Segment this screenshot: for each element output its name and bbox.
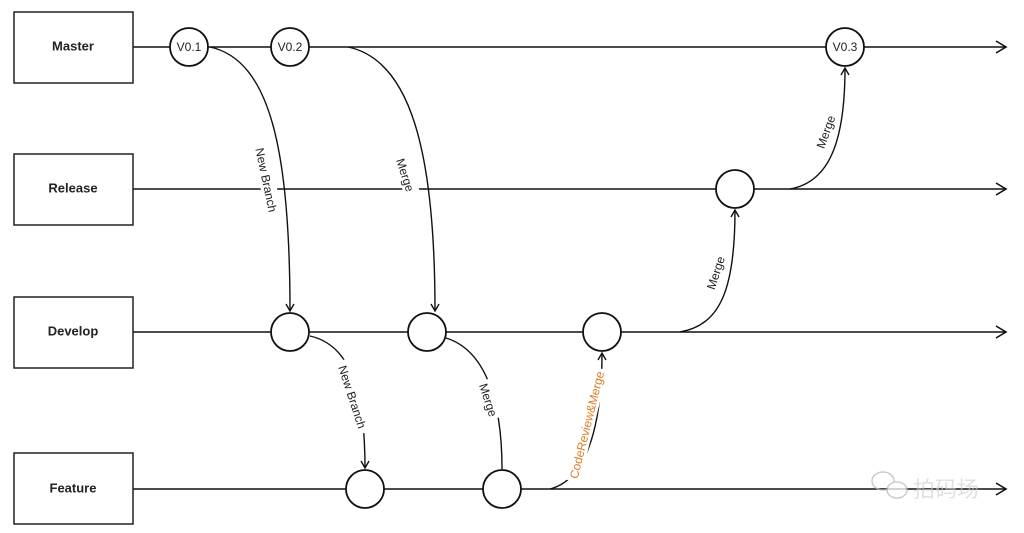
- branch-label: Feature: [50, 480, 97, 495]
- edge-merge-release-master: [789, 66, 850, 190]
- watermark-text: 拍码场: [913, 477, 979, 502]
- watermark: 拍码场: [871, 471, 979, 502]
- branch-box-master: Master: [13, 11, 134, 84]
- tag-node-v0-2: V0.2: [270, 27, 310, 67]
- edge-new-branch-master-develop: [209, 46, 295, 313]
- svg-text:V0.2: V0.2: [278, 40, 303, 54]
- edge-label-highlight: CodeReview&Merge: [567, 370, 607, 480]
- branch-box-release: Release: [13, 153, 134, 226]
- edge-label: New Branch: [252, 147, 279, 214]
- svg-text:V0.3: V0.3: [833, 40, 858, 54]
- branch-label: Master: [52, 38, 94, 53]
- edge-merge-master-develop: [347, 46, 440, 313]
- branch-label: Develop: [48, 323, 99, 338]
- tag-node-v0-3: V0.3: [825, 27, 865, 67]
- feature-commit-node: [482, 469, 522, 509]
- wechat-icon: [871, 471, 908, 499]
- branch-box-develop: Develop: [13, 296, 134, 369]
- feature-commit-node: [345, 469, 385, 509]
- release-commit-node: [715, 169, 755, 209]
- edge-label: Merge: [476, 382, 500, 419]
- edge-label: Merge: [393, 157, 417, 194]
- edge-label: Merge: [704, 254, 728, 291]
- branch-label: Release: [48, 180, 97, 195]
- branch-box-feature: Feature: [13, 452, 134, 525]
- git-flow-diagram: Master Release Develop Feature New Branc…: [13, 11, 1008, 525]
- develop-commit-node: [407, 312, 447, 352]
- svg-text:V0.1: V0.1: [177, 40, 202, 54]
- tag-node-v0-1: V0.1: [169, 27, 209, 67]
- develop-commit-node: [270, 312, 310, 352]
- develop-commit-node: [582, 312, 622, 352]
- edge-label: New Branch: [335, 364, 369, 431]
